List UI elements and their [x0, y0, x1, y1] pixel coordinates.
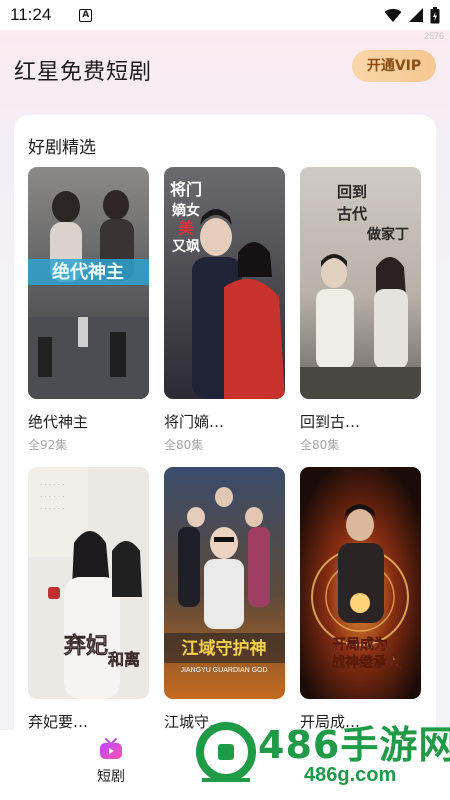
drama-item[interactable]: 江域守护神 JIANGYU GUARDIAN GOD 江城守… — [164, 467, 285, 736]
app-header: 红星免费短剧 开通VIP — [0, 30, 450, 108]
featured-card: 好剧精选 绝代神主 绝代神主 全92集 将门 嫡女 美 又飒 将门嫡… 全80集… — [14, 115, 436, 755]
svg-text:做家丁: 做家丁 — [366, 226, 409, 243]
drama-poster[interactable]: 将门 嫡女 美 又飒 — [164, 167, 285, 399]
status-icons — [384, 6, 440, 24]
tab-short-drama[interactable]: 短剧 — [88, 738, 134, 786]
tv-icon — [100, 738, 122, 759]
svg-text:美: 美 — [178, 219, 194, 237]
status-bar: 11:24 A — [0, 0, 450, 30]
status-time: 11:24 — [10, 5, 52, 24]
gamepad-logo-icon — [196, 722, 256, 782]
drama-poster[interactable]: 回到 古代 做家丁 — [300, 167, 421, 399]
drama-title: 绝代神主 — [28, 413, 89, 431]
poster-title: 绝代神主 — [52, 261, 124, 283]
drama-poster[interactable]: 开局成为 战神继承人 — [300, 467, 421, 699]
episode-count: 全80集 — [164, 438, 204, 452]
watermark-url: 486g.com — [304, 764, 397, 786]
drama-item[interactable]: 回到 古代 做家丁 回到古… 全80集 — [300, 167, 421, 453]
open-vip-button[interactable]: 开通VIP — [352, 50, 436, 82]
svg-text:弃妃: 弃妃 — [64, 633, 108, 659]
section-title: 好剧精选 — [28, 138, 96, 158]
svg-text:将门: 将门 — [170, 180, 202, 199]
svg-text:和离: 和离 — [108, 650, 140, 669]
battery-icon — [430, 6, 440, 23]
drama-item[interactable]: · · · · · · · · · · · · · · · · · · 弃妃 和… — [28, 467, 149, 736]
poster-title: 江域守护神 — [182, 638, 267, 659]
svg-text:· · · · · ·: · · · · · · — [40, 481, 64, 489]
svg-text:回到: 回到 — [337, 183, 367, 201]
drama-poster[interactable]: 绝代神主 — [28, 167, 149, 399]
wifi-icon — [384, 8, 402, 22]
signal-icon — [409, 8, 423, 22]
svg-text:战神继承人: 战神继承人 — [331, 654, 402, 671]
drama-title: 回到古… — [300, 413, 361, 431]
svg-text:嫡女: 嫡女 — [172, 202, 200, 219]
drama-item[interactable]: 将门 嫡女 美 又飒 将门嫡… 全80集 — [164, 167, 285, 453]
watermark-brand: 486手游网 — [258, 723, 450, 767]
svg-text:开局成为: 开局成为 — [332, 636, 388, 653]
notification-icon: A — [79, 8, 93, 22]
drama-title: 将门嫡… — [164, 413, 225, 431]
tab-label: 短剧 — [97, 769, 125, 785]
drama-poster[interactable]: 江域守护神 JIANGYU GUARDIAN GOD — [164, 467, 285, 699]
poster-subtitle: JIANGYU GUARDIAN GOD — [180, 667, 267, 674]
episode-count: 全92集 — [28, 438, 68, 452]
app-title: 红星免费短剧 — [14, 60, 153, 85]
svg-text:又飒: 又飒 — [172, 238, 200, 255]
svg-text:· · · · · ·: · · · · · · — [40, 505, 64, 513]
drama-poster[interactable]: · · · · · · · · · · · · · · · · · · 弃妃 和… — [28, 467, 149, 699]
drama-item[interactable]: 绝代神主 绝代神主 全92集 — [28, 167, 149, 453]
svg-text:· · · · · ·: · · · · · · — [40, 493, 64, 501]
drama-item[interactable]: 开局成为 战神继承人 开局成… — [300, 467, 421, 736]
episode-count: 全80集 — [300, 438, 340, 452]
svg-text:古代: 古代 — [337, 205, 367, 223]
watermark: 486手游网 486g.com — [194, 704, 450, 800]
drama-title: 弃妃要… — [28, 713, 89, 731]
